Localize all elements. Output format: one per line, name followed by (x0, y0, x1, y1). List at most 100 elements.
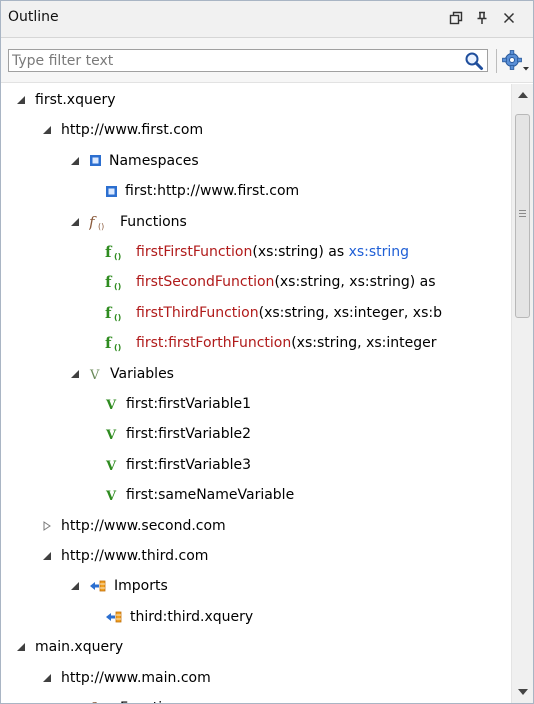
tree-row[interactable]: f() firstFirstFunction(xs:string) as xs:s… (1, 240, 510, 264)
tree-row-label: first:firstVariable3 (126, 457, 251, 473)
tree-row-label: third:third.xquery (130, 609, 253, 625)
expanded-arrow-icon[interactable] (41, 672, 53, 684)
scroll-down-arrow-icon[interactable] (512, 681, 533, 703)
label-text: first:http://www.first.com (125, 183, 300, 200)
tree-row[interactable]: Vfirst:firstVariable3 (1, 453, 510, 477)
svg-text:f: f (89, 699, 97, 703)
tree-row[interactable]: f() Functions (1, 210, 510, 234)
label-text: Imports (114, 578, 168, 595)
expanded-arrow-icon[interactable] (41, 124, 53, 136)
tree-row-label: http://www.main.com (61, 670, 211, 686)
tree-row-label: Variables (110, 366, 174, 382)
tree-row[interactable]: main.xquery (1, 635, 510, 659)
tree-row-label: first:sameNameVariable (126, 487, 294, 503)
label-text: (xs:string, xs:integer (291, 335, 437, 352)
collapsed-arrow-icon[interactable] (41, 520, 53, 532)
tree-row-label: firstThirdFunction(xs:string, xs:integer… (136, 305, 442, 321)
outline-panel: Outline Type filter text first.xquery ht… (0, 0, 534, 704)
svg-text:f: f (89, 213, 97, 231)
function-icon: f() (105, 304, 129, 322)
pin-icon[interactable] (471, 7, 493, 29)
expanded-arrow-icon[interactable] (69, 702, 81, 703)
tree-row[interactable]: f() firstThirdFunction(xs:string, xs:inte… (1, 301, 510, 325)
expanded-arrow-icon[interactable] (41, 550, 53, 562)
vertical-scrollbar[interactable] (511, 84, 533, 703)
label-text: first.xquery (35, 92, 116, 108)
variable-icon: V (105, 425, 119, 443)
label-text: (xs:string, xs:integer, xs:b (258, 304, 442, 321)
svg-text:f: f (105, 243, 113, 261)
function-icon: f() (105, 243, 129, 261)
label-text: http://www.third.com (61, 548, 209, 564)
variable-icon: V (105, 395, 119, 413)
tree-row[interactable]: Namespaces (1, 149, 510, 173)
function-icon: f() (105, 334, 129, 352)
expanded-arrow-icon[interactable] (69, 216, 81, 228)
label-text: first:firstVariable2 (126, 426, 252, 443)
tree-row-label: http://www.third.com (61, 548, 208, 564)
function-icon: f() (105, 273, 129, 291)
function-name: firstThirdFunction (136, 304, 259, 321)
settings-gear-icon[interactable] (501, 47, 531, 75)
label-text: first:firstVariable1 (126, 396, 252, 412)
tree-row-label: firstSecondFunction(xs:string, xs:string… (136, 274, 436, 290)
expanded-arrow-icon[interactable] (69, 368, 81, 380)
variable-icon: V (105, 456, 119, 474)
close-icon[interactable] (498, 7, 520, 29)
scroll-up-arrow-icon[interactable] (512, 84, 533, 106)
toolbar-separator (496, 49, 497, 73)
restore-icon[interactable] (445, 7, 467, 29)
tree-row[interactable]: f() Functions (1, 696, 510, 703)
expanded-arrow-icon[interactable] (69, 155, 81, 167)
label-text: http://www.main.com (61, 669, 211, 686)
function-name: first:firstForthFunction (136, 335, 292, 352)
expanded-arrow-icon[interactable] (69, 580, 81, 592)
tree-row[interactable]: Vfirst:firstVariable1 (1, 392, 510, 416)
svg-text:(): () (114, 252, 121, 261)
tree-row[interactable]: http://www.main.com (1, 666, 510, 690)
svg-text:(): () (114, 282, 121, 291)
tree-row[interactable]: Vfirst:sameNameVariable (1, 483, 510, 507)
import-icon (89, 577, 107, 595)
tree-row[interactable]: http://www.third.com (1, 544, 510, 568)
label-text: first:firstVariable3 (126, 456, 252, 473)
tree-row[interactable]: f() firstSecondFunction(xs:string, xs:str… (1, 270, 510, 294)
tree-row[interactable]: f() first:firstForthFunction(xs:string, x… (1, 331, 510, 355)
variable-icon: V (105, 486, 119, 504)
svg-text:V: V (105, 398, 117, 413)
tree-row-label: main.xquery (35, 639, 123, 655)
svg-text:(): () (114, 343, 121, 352)
scrollbar-thumb[interactable] (515, 114, 530, 318)
outline-tree[interactable]: first.xquery http://www.first.com Namespac… (1, 84, 510, 703)
tree-row-label: first:firstForthFunction(xs:string, xs:i… (136, 335, 436, 351)
tree-row[interactable]: V Variables (1, 362, 510, 386)
tree-row[interactable]: third:third.xquery (1, 605, 510, 629)
label-text: (xs:string) as (252, 244, 349, 260)
svg-text:f: f (105, 304, 113, 322)
tree-row[interactable]: Vfirst:firstVariable2 (1, 422, 510, 446)
search-icon[interactable] (463, 50, 485, 72)
label-text: first:sameNameVariable (126, 487, 295, 504)
title-bar: Outline (1, 1, 533, 38)
label-text: (xs:string, xs:string) as (274, 274, 436, 291)
tree-row[interactable]: http://www.first.com (1, 118, 510, 142)
expanded-arrow-icon[interactable] (15, 641, 27, 653)
tree-row-label: first:http://www.first.com (125, 183, 299, 199)
filter-field (8, 49, 488, 72)
label-text: main.xquery (35, 639, 124, 656)
function-name: firstSecondFunction (136, 274, 275, 291)
expanded-arrow-icon[interactable] (15, 94, 27, 106)
svg-text:f: f (105, 334, 113, 352)
tree-row[interactable]: first:http://www.first.com (1, 179, 510, 203)
label-text: third:third.xquery (130, 608, 254, 625)
tree-row[interactable]: first.xquery (1, 88, 510, 112)
svg-text:V: V (105, 459, 117, 474)
tree-row-label: first.xquery (35, 92, 116, 108)
return-type-link[interactable]: xs:string (349, 244, 409, 260)
svg-text:(): () (114, 313, 121, 322)
filter-input[interactable] (12, 51, 452, 70)
tree-row[interactable]: http://www.second.com (1, 514, 510, 538)
grip-icon (519, 210, 526, 217)
tree-row[interactable]: Imports (1, 574, 510, 598)
tree-row-label: http://www.first.com (61, 122, 203, 138)
